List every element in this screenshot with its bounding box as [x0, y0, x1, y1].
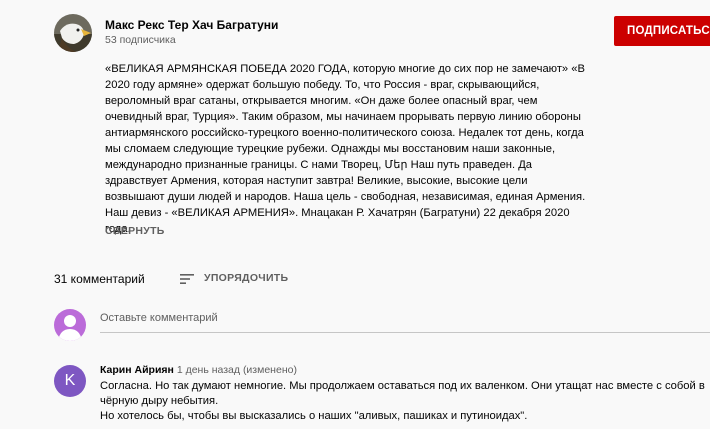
sort-icon	[180, 274, 194, 284]
comment-input[interactable]: Оставьте комментарий	[100, 310, 710, 333]
comment-author[interactable]: Карин Айриян	[100, 364, 174, 376]
comment-meta: Карин Айриян 1 день назад (изменено)	[100, 364, 297, 376]
sort-label: УПОРЯДОЧИТЬ	[204, 272, 289, 284]
channel-name[interactable]: Макс Рекс Тер Хач Багратуни	[105, 18, 278, 32]
comment-text: Согласна. Но так думают немногие. Мы про…	[100, 379, 710, 424]
collapse-button[interactable]: СВЕРНУТЬ	[105, 225, 165, 237]
user-icon	[58, 315, 82, 341]
subscribe-button[interactable]: ПОДПИСАТЬСЯ	[614, 16, 710, 46]
subscriber-count: 53 подписчика	[105, 34, 176, 46]
comment-count: 31 комментарий	[54, 272, 145, 286]
channel-avatar[interactable]	[54, 14, 92, 52]
description-text: «ВЕЛИКАЯ АРМЯНСКАЯ ПОБЕДА 2020 ГОДА, кот…	[105, 63, 586, 235]
video-description: «ВЕЛИКАЯ АРМЯНСКАЯ ПОБЕДА 2020 ГОДА, кот…	[105, 61, 590, 237]
eagle-icon	[54, 14, 92, 52]
user-avatar	[54, 309, 86, 341]
comment-line: Согласна. Но так думают немногие. Мы про…	[100, 380, 705, 407]
comment-author-avatar[interactable]: K	[54, 365, 86, 397]
comment-time[interactable]: 1 день назад (изменено)	[177, 364, 297, 376]
channel-header: Макс Рекс Тер Хач Багратуни 53 подписчик…	[54, 14, 710, 54]
comment-line: Но хотелось бы, чтобы вы высказались о н…	[100, 410, 528, 422]
